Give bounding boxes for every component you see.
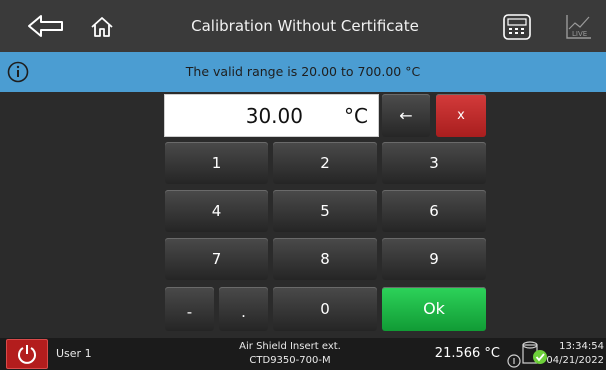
backspace-button[interactable]: ← bbox=[382, 94, 430, 137]
probe-name: Air Shield Insert ext. bbox=[239, 341, 341, 352]
key-7[interactable]: 7 bbox=[165, 238, 268, 280]
entry-value: 30.00 bbox=[245, 104, 303, 128]
key-2[interactable]: 2 bbox=[273, 142, 377, 184]
calculator-icon[interactable] bbox=[500, 12, 534, 42]
live-chart-icon[interactable]: LIVE bbox=[562, 12, 596, 42]
key-1[interactable]: 1 bbox=[165, 142, 268, 184]
power-button[interactable] bbox=[6, 339, 48, 369]
key-3[interactable]: 3 bbox=[382, 142, 486, 184]
current-temperature: 21.566 °C bbox=[434, 346, 500, 361]
back-arrow-icon[interactable] bbox=[22, 12, 70, 40]
page-title: Calibration Without Certificate bbox=[191, 17, 419, 35]
minus-key[interactable]: - bbox=[165, 287, 214, 331]
clock: 13:34:54 04/21/2022 bbox=[540, 340, 604, 368]
probe-info: Air Shield Insert ext. CTD9350-700-M bbox=[220, 340, 360, 368]
key-0[interactable]: 0 bbox=[273, 287, 377, 331]
entry-unit: °C bbox=[344, 104, 368, 128]
ok-button[interactable]: Ok bbox=[382, 287, 486, 331]
decimal-key[interactable]: . bbox=[219, 287, 268, 331]
home-icon[interactable] bbox=[88, 14, 116, 40]
clear-button[interactable]: x bbox=[436, 94, 486, 137]
clock-time: 13:34:54 bbox=[559, 341, 604, 352]
probe-model: CTD9350-700-M bbox=[249, 355, 331, 366]
clock-date: 04/21/2022 bbox=[546, 355, 604, 366]
info-bar: The valid range is 20.00 to 700.00 °C bbox=[0, 52, 606, 92]
value-display[interactable]: 30.00 °C bbox=[164, 94, 379, 137]
live-label: LIVE bbox=[572, 30, 587, 38]
key-4[interactable]: 4 bbox=[165, 190, 268, 232]
key-8[interactable]: 8 bbox=[273, 238, 377, 280]
key-5[interactable]: 5 bbox=[273, 190, 377, 232]
key-6[interactable]: 6 bbox=[382, 190, 486, 232]
power-icon bbox=[18, 345, 36, 364]
key-9[interactable]: 9 bbox=[382, 238, 486, 280]
top-bar: Calibration Without Certificate LIVE bbox=[0, 0, 606, 52]
info-message: The valid range is 20.00 to 700.00 °C bbox=[185, 64, 421, 79]
user-label: User 1 bbox=[56, 347, 92, 360]
